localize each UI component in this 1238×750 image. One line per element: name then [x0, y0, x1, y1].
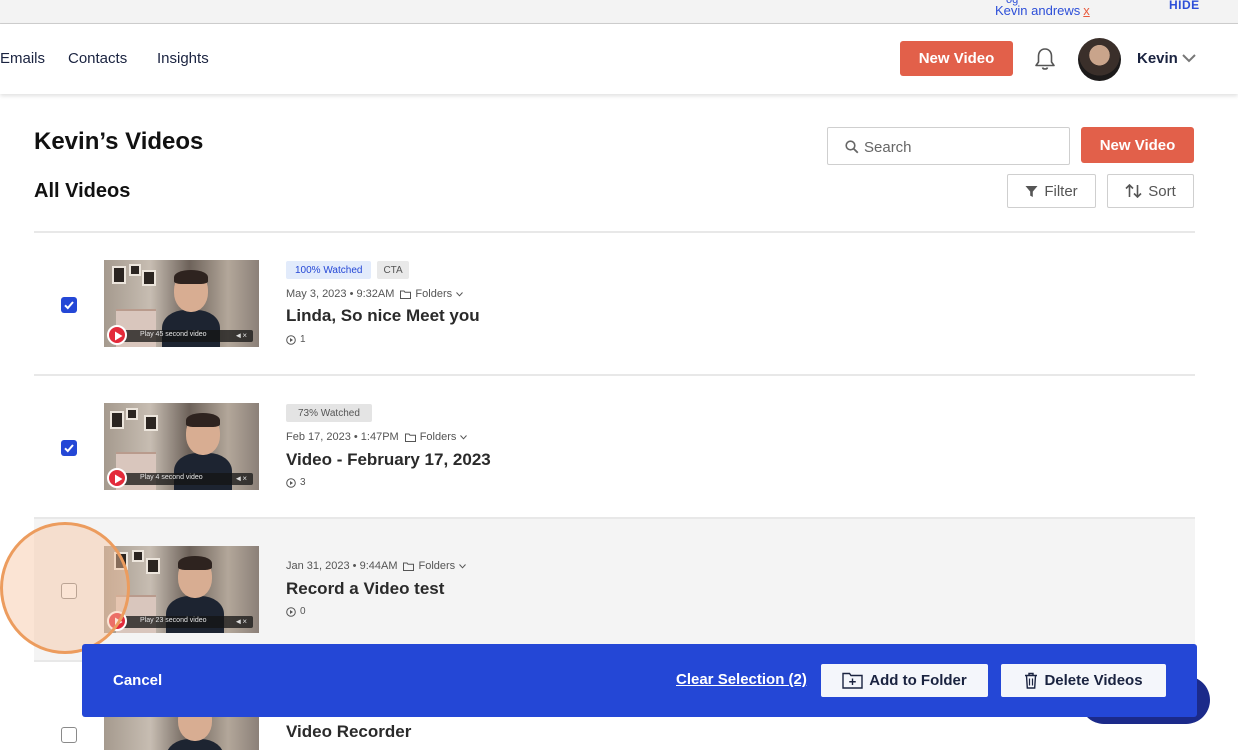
impersonation-label-partial: og: [1006, 0, 1019, 6]
cancel-button[interactable]: Cancel: [113, 672, 162, 689]
folder-icon: [400, 290, 412, 299]
chevron-down-icon[interactable]: [456, 291, 463, 297]
bulk-action-bar: Cancel Clear Selection (2) Add to Folder…: [82, 644, 1197, 717]
delete-videos-button[interactable]: Delete Videos: [1001, 664, 1166, 697]
play-count-icon: [286, 606, 296, 617]
nav-link-emails[interactable]: Emails: [0, 50, 45, 67]
view-count: 1: [286, 334, 306, 345]
section-title: All Videos: [34, 180, 131, 202]
folders-dropdown[interactable]: Folders: [420, 431, 457, 443]
bell-icon[interactable]: [1032, 46, 1058, 72]
sort-label: Sort: [1148, 182, 1176, 200]
thumbnail-caption: Play 23 second video: [140, 617, 207, 624]
video-date: May 3, 2023 • 9:32AM: [286, 288, 395, 300]
video-thumbnail[interactable]: Play 45 second video ◄×: [104, 260, 259, 347]
stop-impersonation-link[interactable]: x: [1083, 3, 1090, 18]
impersonated-user: Kevin andrews x: [995, 3, 1090, 18]
video-meta: Jan 31, 2023 • 9:44AM Folders: [286, 560, 467, 572]
video-row[interactable]: Play 23 second video ◄× Jan 31, 2023 • 9…: [34, 519, 1195, 661]
cta-badge: CTA: [377, 261, 409, 279]
badge-group: 100% Watched CTA: [286, 261, 409, 279]
chevron-down-icon[interactable]: [460, 434, 468, 440]
video-meta: May 3, 2023 • 9:32AM Folders: [286, 288, 463, 300]
mute-icon: ◄×: [234, 617, 247, 626]
trash-icon: [1025, 672, 1038, 689]
search-box[interactable]: [827, 127, 1070, 165]
view-count: 3: [286, 477, 306, 488]
video-select-checkbox[interactable]: [61, 727, 77, 743]
view-count-value: 1: [300, 334, 306, 345]
hide-bar-link[interactable]: HIDE: [1169, 0, 1200, 12]
checkmark-icon: [64, 444, 74, 453]
filter-icon: [1025, 185, 1038, 197]
thumbnail-caption: Play 4 second video: [140, 474, 203, 481]
add-to-folder-label: Add to Folder: [869, 672, 967, 689]
play-count-icon: [286, 477, 296, 488]
filter-button[interactable]: Filter: [1007, 174, 1096, 208]
folder-icon: [403, 562, 415, 571]
chevron-down-icon[interactable]: [1182, 53, 1196, 63]
view-count: 0: [286, 606, 306, 617]
video-title[interactable]: Video Recorder: [286, 722, 411, 742]
impersonated-user-name: Kevin andrews: [995, 3, 1081, 18]
play-icon[interactable]: [107, 325, 127, 345]
view-count-value: 0: [300, 606, 306, 617]
search-input[interactable]: [864, 136, 1054, 158]
folder-plus-icon: [842, 672, 863, 689]
chevron-down-icon[interactable]: [459, 563, 467, 569]
play-icon[interactable]: [107, 468, 127, 488]
user-menu-name[interactable]: Kevin: [1137, 50, 1178, 67]
impersonation-bar: og Kevin andrews x HIDE: [0, 0, 1238, 24]
delete-videos-label: Delete Videos: [1044, 672, 1143, 689]
video-title[interactable]: Video - February 17, 2023: [286, 450, 491, 470]
mute-icon: ◄×: [234, 474, 247, 483]
user-avatar[interactable]: [1078, 38, 1121, 81]
video-select-checkbox[interactable]: [61, 440, 77, 456]
video-date: Feb 17, 2023 • 1:47PM: [286, 431, 399, 443]
badge-group: 73% Watched: [286, 404, 372, 422]
sort-icon: [1125, 184, 1142, 198]
view-count-value: 3: [300, 477, 306, 488]
folders-dropdown[interactable]: Folders: [418, 560, 455, 572]
nav-new-video-button[interactable]: New Video: [900, 41, 1013, 76]
video-title[interactable]: Record a Video test: [286, 579, 444, 599]
video-row[interactable]: Play 4 second video ◄× 73% Watched Feb 1…: [34, 376, 1195, 518]
click-indicator: [0, 522, 130, 654]
checkmark-icon: [64, 301, 74, 310]
mute-icon: ◄×: [234, 331, 247, 340]
watched-badge: 100% Watched: [286, 261, 372, 279]
search-icon: [845, 140, 859, 154]
nav-link-contacts[interactable]: Contacts: [68, 50, 127, 67]
video-thumbnail[interactable]: Play 4 second video ◄×: [104, 403, 259, 490]
watched-badge: 73% Watched: [286, 404, 372, 422]
page-title: Kevin’s Videos: [34, 128, 204, 155]
thumbnail-caption: Play 45 second video: [140, 331, 207, 338]
folders-dropdown[interactable]: Folders: [415, 288, 452, 300]
add-to-folder-button[interactable]: Add to Folder: [821, 664, 988, 697]
video-select-checkbox[interactable]: [61, 297, 77, 313]
video-title[interactable]: Linda, So nice Meet you: [286, 306, 480, 326]
video-meta: Feb 17, 2023 • 1:47PM Folders: [286, 431, 468, 443]
main-navbar: Emails Contacts Insights New Video Kevin: [0, 24, 1238, 94]
nav-link-insights[interactable]: Insights: [157, 50, 209, 67]
folder-icon: [404, 433, 416, 442]
sort-button[interactable]: Sort: [1107, 174, 1194, 208]
play-count-icon: [286, 334, 296, 345]
new-video-button[interactable]: New Video: [1081, 127, 1194, 163]
video-row[interactable]: Play 45 second video ◄× 100% Watched CTA…: [34, 233, 1195, 375]
filter-label: Filter: [1044, 182, 1078, 200]
video-date: Jan 31, 2023 • 9:44AM: [286, 560, 398, 572]
clear-selection-link[interactable]: Clear Selection (2): [676, 671, 807, 688]
